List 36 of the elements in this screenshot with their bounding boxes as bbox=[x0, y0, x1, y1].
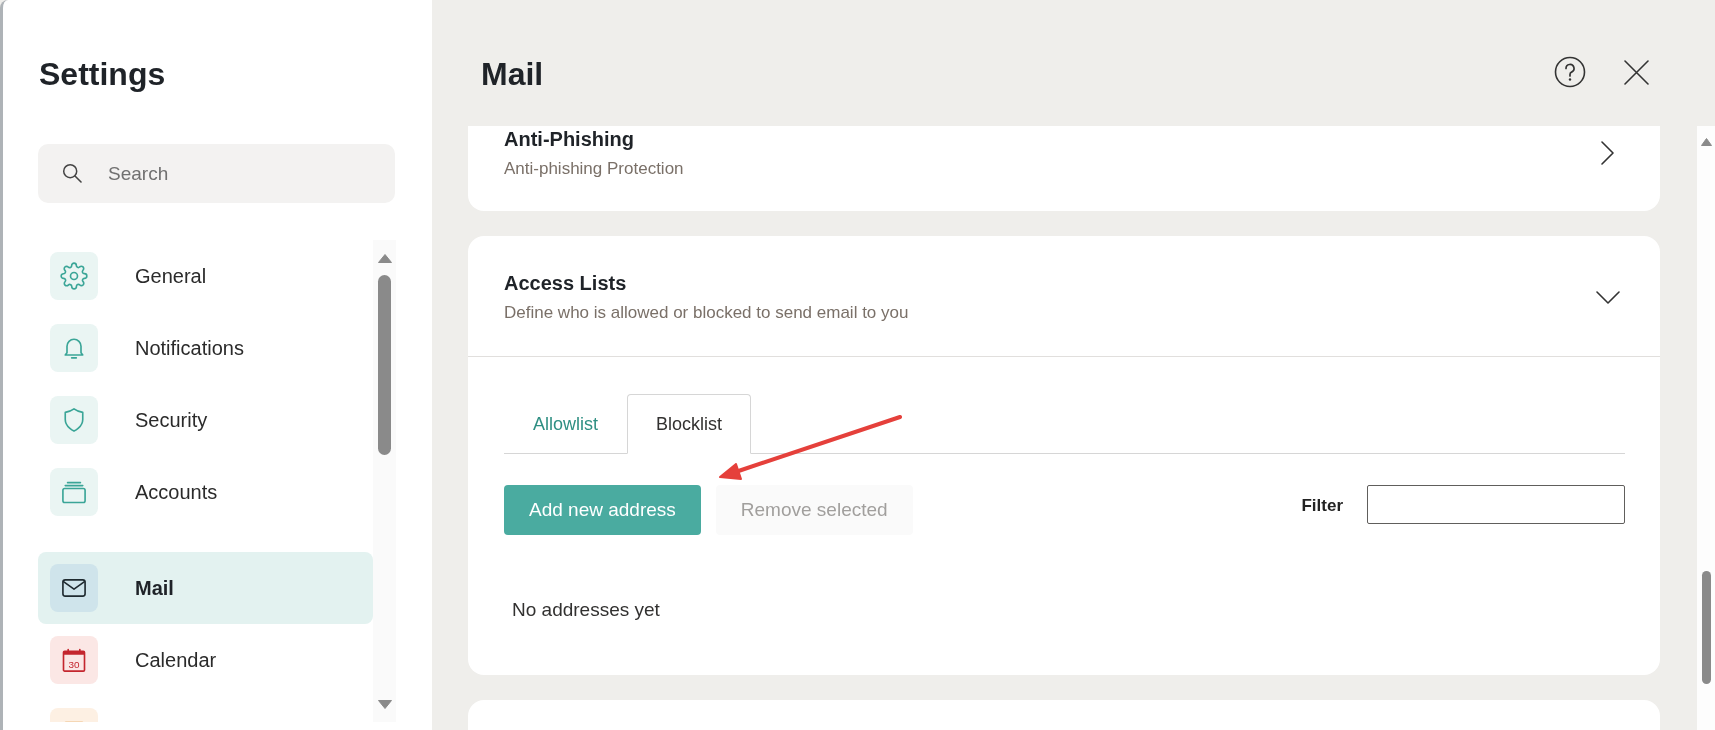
filter-label: Filter bbox=[1301, 495, 1343, 517]
sidebar-nav-item[interactable]: Accounts bbox=[38, 456, 373, 528]
empty-message: No addresses yet bbox=[512, 598, 660, 622]
sidebar-nav-item[interactable]: 30 Calendar bbox=[38, 624, 373, 696]
scrollbar-track[interactable] bbox=[1697, 126, 1715, 730]
calendar-icon: 30 bbox=[50, 636, 98, 684]
close-icon[interactable] bbox=[1624, 59, 1649, 85]
stack-icon bbox=[50, 468, 98, 516]
scroll-up-icon[interactable] bbox=[1700, 138, 1712, 146]
shield-icon bbox=[50, 396, 98, 444]
settings-title: Settings bbox=[39, 55, 166, 94]
section-description: Anti-phishing Protection bbox=[504, 158, 684, 180]
scroll-up-icon[interactable] bbox=[377, 254, 392, 263]
tab[interactable]: Blocklist bbox=[627, 394, 752, 454]
tab[interactable]: Allowlist bbox=[504, 394, 627, 454]
sidebar-nav-item[interactable]: Mail bbox=[38, 552, 373, 624]
page-title: Mail bbox=[481, 55, 544, 94]
section-title: Anti-Phishing bbox=[504, 127, 635, 152]
help-icon[interactable] bbox=[1554, 56, 1586, 88]
search-icon bbox=[62, 163, 82, 183]
sidebar-nav-item[interactable]: Security bbox=[38, 384, 373, 456]
sidebar-nav-item[interactable]: Notifications bbox=[38, 312, 373, 384]
scrollbar-thumb[interactable] bbox=[1701, 571, 1711, 684]
section-description: Define who is allowed or blocked to send email to you bbox=[504, 302, 909, 324]
scroll-down-icon[interactable] bbox=[377, 700, 392, 709]
chevron-down-icon[interactable] bbox=[1596, 290, 1620, 304]
search-field[interactable]: Search bbox=[38, 144, 395, 203]
chevron-right-icon[interactable] bbox=[1601, 141, 1614, 165]
mail-icon bbox=[50, 564, 98, 612]
scrollbar-track[interactable] bbox=[373, 240, 396, 722]
sidebar-nav-item[interactable]: General bbox=[38, 240, 373, 312]
filter-field[interactable] bbox=[1367, 485, 1625, 524]
bell-icon bbox=[50, 324, 98, 372]
scrollbar-thumb[interactable] bbox=[378, 275, 391, 455]
section-title: Access Lists bbox=[504, 271, 628, 296]
gear-icon bbox=[50, 252, 98, 300]
